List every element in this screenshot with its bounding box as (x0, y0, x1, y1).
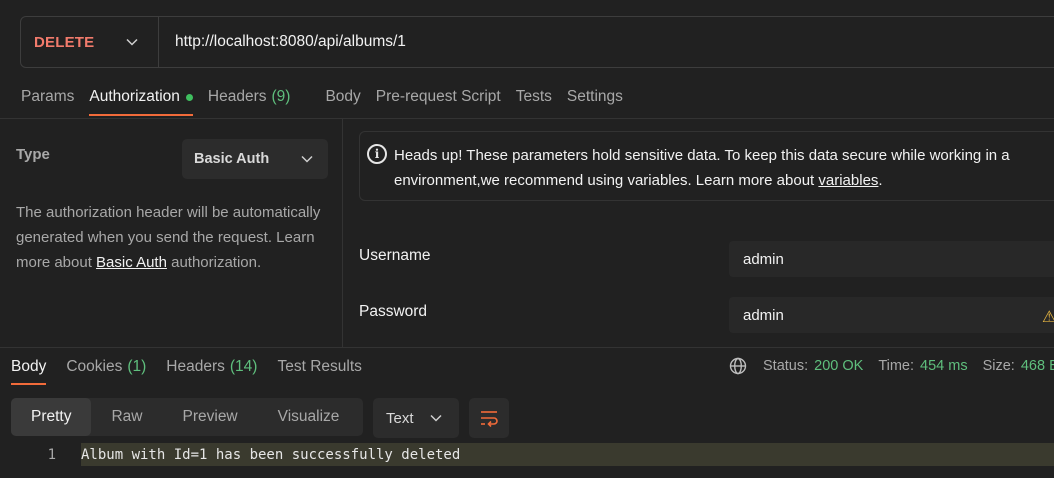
chevron-down-icon (429, 414, 442, 422)
password-field[interactable]: admin (729, 297, 1054, 333)
tab-tests[interactable]: Tests (516, 80, 567, 114)
view-visualize[interactable]: Visualize (258, 398, 360, 436)
time-value[interactable]: 454 ms (920, 358, 968, 374)
tab-label: Tests (515, 88, 552, 105)
tab-settings[interactable]: Settings (567, 80, 638, 114)
method-select[interactable]: DELETE (21, 17, 159, 67)
tab-label: Authorization (89, 88, 180, 105)
tab-body[interactable]: Body (325, 80, 375, 114)
status-dot-icon (185, 93, 193, 101)
response-tab-body[interactable]: Body (11, 352, 47, 385)
password-label: Password (359, 303, 428, 320)
username-field[interactable]: admin (729, 241, 1054, 277)
response-tab-cookies[interactable]: Cookies (1) (66, 352, 146, 382)
size-label: Size: (982, 358, 1015, 374)
globe-icon[interactable] (729, 357, 747, 375)
view-pretty[interactable]: Pretty (11, 398, 92, 436)
response-body-line: 1 Album with Id=1 has been successfully … (0, 443, 1054, 466)
notice-line-2: environment,we recommend using variables… (394, 168, 1054, 193)
size-value[interactable]: 468 B (1021, 358, 1054, 374)
time-label: Time: (878, 358, 915, 374)
info-icon: i (367, 144, 387, 164)
basic-auth-link[interactable]: Basic Auth (96, 254, 167, 271)
request-tabs: Params Authorization Headers (9) Body Pre… (0, 80, 638, 118)
method-label: DELETE (34, 33, 95, 51)
url-input[interactable]: http://localhost:8080/api/albums/1 (159, 33, 406, 51)
response-tab-test-results[interactable]: Test Results (277, 352, 361, 382)
wrap-lines-icon (481, 411, 498, 427)
tab-authorization[interactable]: Authorization (89, 80, 207, 116)
tab-label: Params (21, 88, 75, 105)
format-value: Text (386, 409, 414, 427)
response-status: Status: 200 OK Time: 454 ms Size: 468 B (729, 357, 1054, 375)
chevron-down-icon (301, 155, 313, 163)
auth-description-end: authorization. (166, 254, 262, 271)
view-raw[interactable]: Raw (91, 398, 162, 436)
tab-label: Body (325, 88, 361, 105)
username-label: Username (359, 247, 431, 264)
format-select[interactable]: Text (373, 398, 459, 438)
status-label: Status: (763, 358, 809, 374)
tab-label: Settings (566, 88, 623, 105)
response-tabs: Body Cookies (1) Headers (14) Test Results (11, 352, 382, 386)
warning-icon[interactable]: ⚠ (1042, 307, 1054, 327)
tab-label: Cookies (66, 358, 123, 375)
tab-params[interactable]: Params (21, 80, 89, 114)
auth-type-label: Type (16, 146, 50, 163)
tab-label: Test Results (277, 358, 362, 375)
view-preview[interactable]: Preview (163, 398, 258, 436)
wrap-lines-button[interactable] (469, 398, 509, 438)
status-value[interactable]: 200 OK (814, 358, 863, 374)
tab-label: Body (11, 358, 47, 375)
tab-label: Headers (207, 88, 267, 105)
view-mode-switcher: Pretty Raw Preview Visualize (11, 398, 363, 436)
tab-count: (1) (127, 358, 147, 375)
auth-type-pane: Type Basic Auth The authorization header… (0, 119, 343, 347)
sensitive-data-notice: i Heads up! These parameters hold sensit… (359, 131, 1054, 201)
response-body-text[interactable]: Album with Id=1 has been successfully de… (81, 443, 1054, 466)
notice-period: . (878, 172, 883, 189)
url-bar: DELETE http://localhost:8080/api/albums/… (20, 16, 1054, 68)
notice-text: environment,we recommend using variables… (394, 172, 819, 189)
notice-line-1: Heads up! These parameters hold sensitiv… (394, 147, 1010, 164)
auth-type-value: Basic Auth (194, 151, 270, 167)
tab-headers[interactable]: Headers (9) (208, 80, 306, 114)
auth-type-select[interactable]: Basic Auth (182, 139, 328, 179)
tab-count: (14) (229, 358, 258, 375)
tab-pre-request-script[interactable]: Pre-request Script (376, 80, 516, 114)
tab-label: Pre-request Script (375, 88, 501, 105)
response-tab-headers[interactable]: Headers (14) (166, 352, 257, 382)
tab-label: Headers (166, 358, 225, 375)
divider (0, 347, 1054, 348)
chevron-down-icon (126, 38, 138, 46)
variables-link[interactable]: variables (818, 172, 878, 189)
line-number: 1 (47, 446, 56, 463)
auth-description: The authorization header will be automat… (16, 200, 336, 275)
tab-count: (9) (271, 88, 291, 105)
